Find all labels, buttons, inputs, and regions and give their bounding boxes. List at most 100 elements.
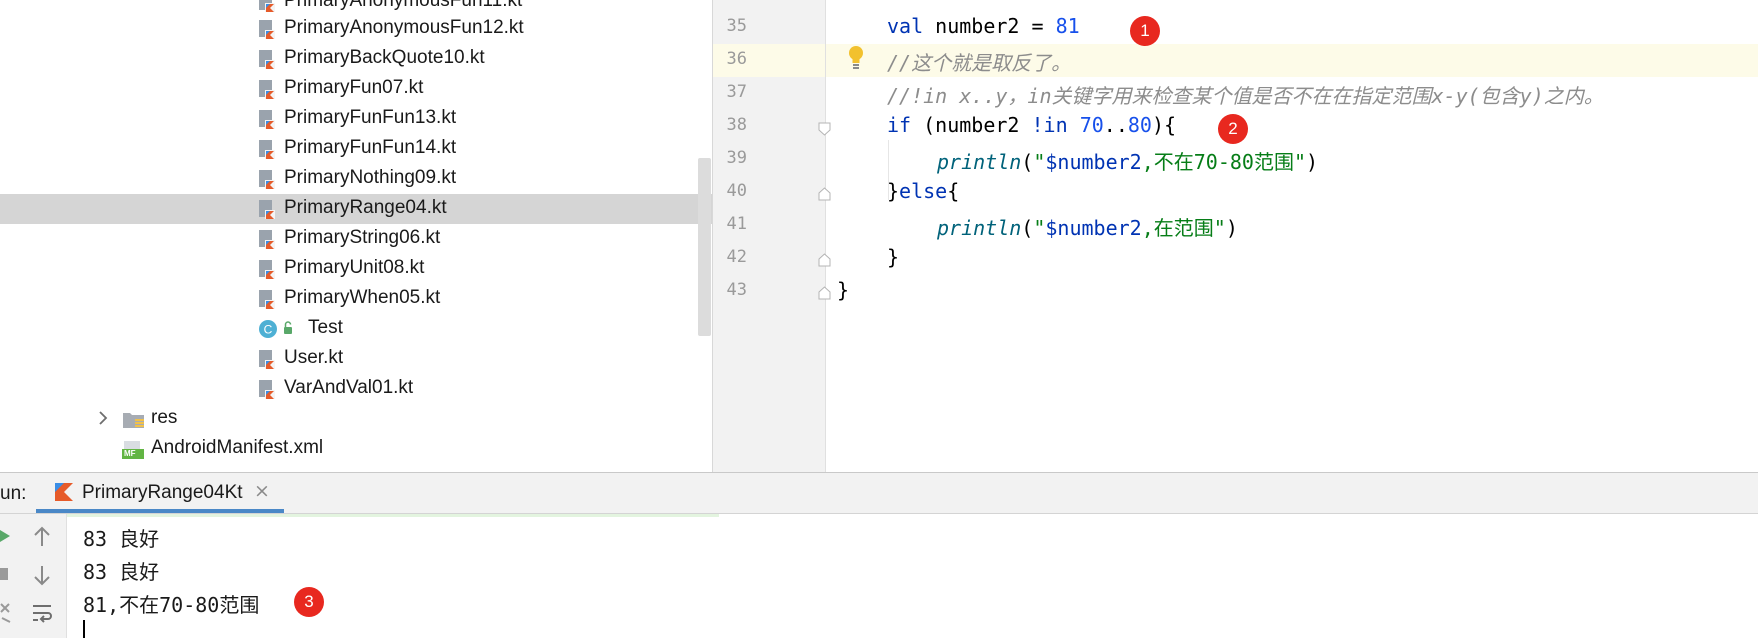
code-token: { bbox=[947, 179, 960, 203]
tree-item-manifest[interactable]: MF AndroidManifest.xml bbox=[0, 434, 712, 464]
tree-item-file[interactable]: PrimaryFunFun13.kt bbox=[0, 104, 712, 134]
code-token: println bbox=[937, 216, 1022, 240]
tree-item-file[interactable]: PrimaryFun07.kt bbox=[0, 74, 712, 104]
console-scrolled-line bbox=[67, 514, 719, 517]
line-number: 35 bbox=[726, 16, 747, 36]
code-token: } bbox=[887, 245, 900, 269]
tree-item-label: PrimaryUnit08.kt bbox=[284, 257, 425, 278]
code-token: $number2 bbox=[1045, 216, 1142, 240]
code-line: println("$number2,不在70-80范围") bbox=[937, 146, 1318, 175]
tree-scrollbar[interactable] bbox=[698, 158, 711, 336]
stop-icon[interactable] bbox=[0, 566, 10, 586]
scroll-up-icon[interactable] bbox=[32, 526, 52, 552]
tree-item-res-folder[interactable]: res bbox=[0, 404, 712, 434]
annotation-badge: 1 bbox=[1130, 16, 1160, 46]
tree-item-file[interactable]: PrimaryUnit08.kt bbox=[0, 254, 712, 284]
console-line: 83 良好 bbox=[83, 560, 160, 584]
code-line: }else{ bbox=[887, 179, 959, 203]
lightbulb-icon[interactable] bbox=[846, 44, 866, 74]
tree-item-file[interactable]: User.kt bbox=[0, 344, 712, 374]
kotlin-file-icon bbox=[258, 229, 276, 249]
fold-marker-icon[interactable] bbox=[818, 252, 831, 267]
kotlin-file-icon bbox=[258, 259, 276, 279]
code-token: ){ bbox=[1151, 113, 1177, 137]
console-output[interactable] bbox=[67, 514, 1758, 638]
kotlin-file-icon bbox=[258, 79, 276, 99]
code-line: } bbox=[887, 245, 899, 269]
code-token: 80 bbox=[1127, 113, 1152, 137]
tree-item-label: PrimaryRange04.kt bbox=[284, 197, 447, 218]
code-token: $number2 bbox=[1045, 150, 1142, 174]
line-number: 36 bbox=[726, 49, 747, 69]
fold-marker-icon[interactable] bbox=[818, 121, 831, 136]
kotlin-file-icon bbox=[258, 139, 276, 159]
code-token: } bbox=[887, 179, 900, 203]
code-token: " bbox=[1033, 216, 1046, 240]
class-icon: C bbox=[258, 319, 296, 343]
run-tab-label: PrimaryRange04Kt bbox=[82, 482, 243, 503]
tree-item-file[interactable]: PrimaryBackQuote10.kt bbox=[0, 44, 712, 74]
tree-item-file[interactable]: PrimaryWhen05.kt bbox=[0, 284, 712, 314]
code-line: } bbox=[837, 278, 849, 302]
kotlin-file-icon bbox=[258, 169, 276, 189]
soft-wrap-icon[interactable] bbox=[31, 602, 53, 628]
line-number: 38 bbox=[726, 115, 747, 135]
code-token: println bbox=[937, 150, 1022, 174]
tree-item-file[interactable]: PrimaryFunFun14.kt bbox=[0, 134, 712, 164]
run-tab-indicator bbox=[36, 509, 284, 513]
fold-marker-icon[interactable] bbox=[818, 186, 831, 201]
kotlin-file-icon bbox=[258, 49, 276, 69]
close-icon[interactable]: × bbox=[254, 480, 270, 502]
tree-item-label: Test bbox=[308, 317, 343, 338]
tree-item-label: PrimaryAnonymousFun12.kt bbox=[284, 17, 524, 38]
tree-item-label: VarAndVal01.kt bbox=[284, 377, 414, 398]
code-token: } bbox=[837, 278, 850, 302]
code-token: if bbox=[887, 113, 912, 137]
svg-text:C: C bbox=[264, 323, 273, 337]
code-line: if (number2 !in 70..80){ bbox=[887, 113, 1176, 137]
tree-item-label: PrimaryAnonymousFun11.kt bbox=[284, 0, 523, 11]
tree-item-label: PrimaryFunFun14.kt bbox=[284, 137, 457, 158]
fold-marker-icon[interactable] bbox=[818, 285, 831, 300]
tree-item-label: PrimaryString06.kt bbox=[284, 227, 441, 248]
line-number: 41 bbox=[726, 214, 747, 234]
pin-icon[interactable] bbox=[0, 600, 12, 628]
kotlin-run-icon bbox=[54, 482, 74, 506]
tree-item-label: User.kt bbox=[284, 347, 344, 368]
project-tree: PrimaryAnonymousFun11.kt PrimaryAnonymou… bbox=[0, 0, 712, 472]
code-token: ) bbox=[1225, 216, 1238, 240]
tree-item-file[interactable]: PrimaryAnonymousFun12.kt bbox=[0, 14, 712, 44]
tree-item-class[interactable]: C Test bbox=[0, 314, 712, 344]
rerun-icon[interactable] bbox=[0, 528, 12, 548]
code-token: 70 bbox=[1079, 113, 1104, 137]
code-comment: //这个就是取反了。 bbox=[887, 51, 1072, 75]
tree-item-label: AndroidManifest.xml bbox=[151, 437, 324, 458]
code-token: else bbox=[899, 179, 948, 203]
tree-item-label: PrimaryFun07.kt bbox=[284, 77, 424, 98]
tree-item-label: PrimaryFunFun13.kt bbox=[284, 107, 457, 128]
tree-item-label: PrimaryWhen05.kt bbox=[284, 287, 441, 308]
tree-item-label: res bbox=[151, 407, 178, 428]
tree-item-label: PrimaryNothing09.kt bbox=[284, 167, 457, 188]
line-number: 42 bbox=[726, 247, 747, 267]
annotation-badge: 2 bbox=[1218, 114, 1248, 144]
tree-item-file[interactable]: PrimaryString06.kt bbox=[0, 224, 712, 254]
code-token: (number2 bbox=[911, 113, 1032, 137]
code-token: ,不在70-80范围" bbox=[1141, 150, 1307, 174]
manifest-badge: MF bbox=[124, 449, 136, 458]
tree-item-file[interactable]: VarAndVal01.kt bbox=[0, 374, 712, 404]
tree-item-file-selected[interactable]: PrimaryRange04.kt bbox=[0, 194, 712, 224]
chevron-right-icon[interactable] bbox=[96, 409, 110, 431]
code-token: ,在范围" bbox=[1141, 216, 1226, 240]
text-cursor bbox=[83, 620, 85, 638]
code-token: ( bbox=[1021, 150, 1034, 174]
scroll-down-icon[interactable] bbox=[32, 564, 52, 590]
code-line: val number2 = 81 bbox=[887, 14, 1080, 38]
kotlin-file-icon bbox=[258, 109, 276, 129]
annotation-badge: 3 bbox=[294, 587, 324, 617]
line-number: 43 bbox=[726, 280, 747, 300]
resource-folder-icon bbox=[122, 410, 146, 434]
line-number: 37 bbox=[726, 82, 747, 102]
tree-item-file[interactable]: PrimaryNothing09.kt bbox=[0, 164, 712, 194]
